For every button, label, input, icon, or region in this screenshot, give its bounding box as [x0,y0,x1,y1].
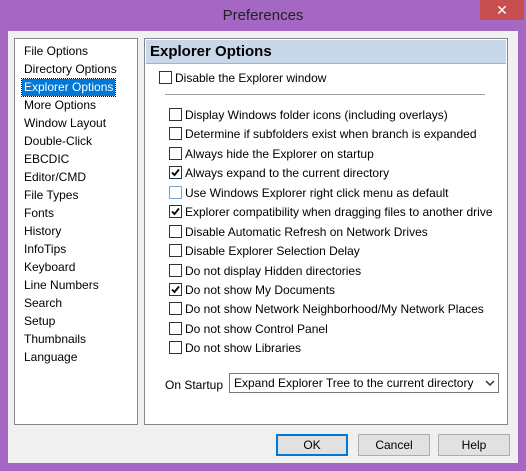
cancel-button[interactable]: Cancel [358,434,430,456]
sidebar-item-thumbnails[interactable]: Thumbnails [22,331,88,348]
option-label: Always expand to the current directory [185,166,390,180]
option-checkbox[interactable] [169,108,182,121]
sidebar-item-file-options[interactable]: File Options [22,43,90,60]
sidebar-item-editor-cmd[interactable]: Editor/CMD [22,169,88,186]
option-checkbox[interactable] [169,205,182,218]
option-checkbox[interactable] [169,166,182,179]
option-checkbox[interactable] [169,244,182,257]
panel-title: Explorer Options [150,43,272,60]
sidebar-item-line-numbers[interactable]: Line Numbers [22,277,101,294]
sidebar-item-file-types[interactable]: File Types [22,187,80,204]
on-startup-label: On Startup [165,378,224,392]
window-title: Preferences [222,7,304,24]
option-label: Disable Automatic Refresh on Network Dri… [185,225,428,239]
option-label: Determine if subfolders exist when branc… [185,127,477,141]
on-startup-dropdown[interactable]: Expand Explorer Tree to the current dire… [229,373,499,393]
category-list[interactable]: File Options Directory Options Explorer Op… [14,38,138,425]
option-checkbox[interactable] [169,322,182,335]
section-divider [165,94,485,95]
option-checkbox[interactable] [169,283,182,296]
title-bar[interactable]: Preferences ✕ [0,0,526,31]
checkmark-icon [171,207,180,216]
sidebar-item-history[interactable]: History [22,223,63,240]
option-label: Always hide the Explorer on startup [185,147,374,161]
sidebar-item-infotips[interactable]: InfoTips [22,241,68,258]
checkmark-icon [171,285,180,294]
disable-explorer-label: Disable the Explorer window [175,71,327,85]
dialog-client-area: File Options Directory Options Explorer Op… [8,31,518,463]
option-checkbox[interactable] [169,302,182,315]
option-checkbox[interactable] [169,264,182,277]
help-button[interactable]: Help [438,434,510,456]
sidebar-item-keyboard[interactable]: Keyboard [22,259,77,276]
option-checkbox[interactable] [169,225,182,238]
sidebar-item-explorer-options[interactable]: Explorer Options [20,78,117,97]
option-checkbox[interactable] [169,127,182,140]
option-label: Use Windows Explorer right click menu as… [185,186,449,200]
option-label: Do not show Network Neighborhood/My Netw… [185,302,484,316]
ok-button[interactable]: OK [276,434,348,456]
option-label: Display Windows folder icons (including … [185,108,448,122]
option-label: Do not show Libraries [185,341,302,355]
sidebar-item-language[interactable]: Language [22,349,79,366]
close-icon: ✕ [496,2,508,18]
sidebar-item-ebcdic[interactable]: EBCDIC [22,151,71,168]
option-checkbox[interactable] [169,147,182,160]
chevron-down-icon [485,380,495,387]
sidebar-item-search[interactable]: Search [22,295,64,312]
disable-explorer-checkbox[interactable] [159,71,172,84]
checkmark-icon [171,168,180,177]
sidebar-item-setup[interactable]: Setup [22,313,57,330]
sidebar-item-directory-options[interactable]: Directory Options [22,61,119,78]
on-startup-value: Expand Explorer Tree to the current dire… [234,376,474,390]
sidebar-item-double-click[interactable]: Double-Click [22,133,94,150]
option-checkbox[interactable] [169,341,182,354]
option-label: Disable Explorer Selection Delay [185,244,360,258]
option-label: Do not show My Documents [185,283,336,297]
close-button[interactable]: ✕ [480,0,524,20]
option-label: Explorer compatibility when dragging fil… [185,205,493,219]
explorer-options-panel: Explorer Options Disable the Explorer wi… [144,38,508,425]
panel-header: Explorer Options [146,40,506,64]
option-label: Do not show Control Panel [185,322,328,336]
sidebar-item-fonts[interactable]: Fonts [22,205,56,222]
option-label: Do not display Hidden directories [185,264,362,278]
option-checkbox[interactable] [169,186,182,199]
preferences-window: Preferences ✕ File Options Directory Opti… [0,0,526,471]
sidebar-item-more-options[interactable]: More Options [22,97,98,114]
sidebar-item-window-layout[interactable]: Window Layout [22,115,108,132]
